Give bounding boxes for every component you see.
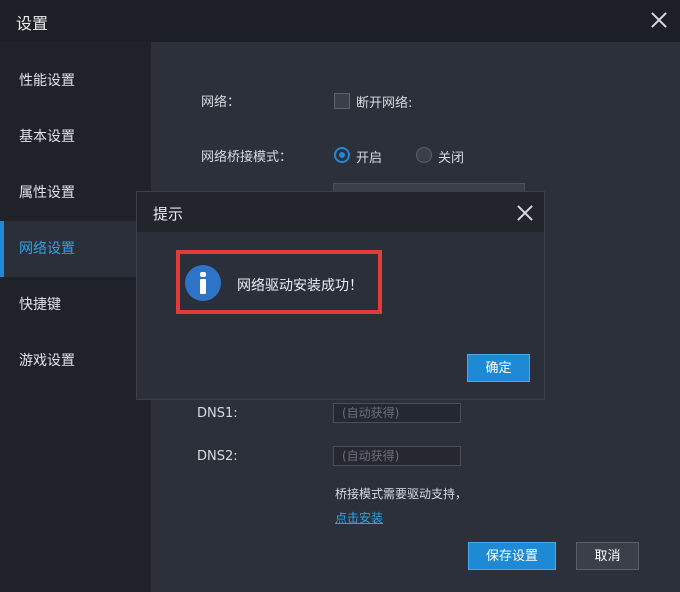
sidebar-item-properties[interactable]: 属性设置: [0, 165, 151, 221]
disconnect-checkbox[interactable]: [334, 93, 350, 109]
dialog-title: 提示: [153, 205, 184, 223]
dns1-label: DNS1:: [197, 406, 238, 421]
network-label: 网络：: [201, 95, 241, 110]
sidebar-item-shortcuts[interactable]: 快捷键: [0, 277, 151, 333]
dns1-input[interactable]: (自动获得): [333, 403, 461, 423]
dialog-ok-button[interactable]: 确定: [467, 354, 530, 382]
prompt-dialog: 提示 网络驱动安装成功！ 确定: [136, 191, 545, 400]
info-icon: [185, 265, 221, 301]
bridge-on-label: 开启: [356, 151, 383, 166]
sidebar-item-games[interactable]: 游戏设置: [0, 333, 151, 389]
sidebar: 性能设置 基本设置 属性设置 网络设置 快捷键 游戏设置: [0, 42, 151, 592]
bridge-driver-note: 桥接模式需要驱动支持，: [335, 487, 468, 501]
sidebar-item-basic[interactable]: 基本设置: [0, 109, 151, 165]
bridge-off-label: 关闭: [438, 151, 465, 166]
save-settings-button[interactable]: 保存设置: [468, 542, 556, 570]
dialog-close-icon[interactable]: [513, 201, 535, 223]
disconnect-label: 断开网络:: [356, 96, 413, 111]
install-driver-link[interactable]: 点击安装: [335, 509, 383, 526]
dialog-message: 网络驱动安装成功！: [237, 278, 363, 294]
dns2-input[interactable]: (自动获得): [333, 446, 461, 466]
settings-window: 设置 性能设置 基本设置 属性设置 网络设置 快捷键 游戏设置 网络： 断开网络…: [0, 0, 680, 592]
window-title: 设置: [16, 14, 49, 33]
sidebar-item-network[interactable]: 网络设置: [0, 221, 151, 277]
dialog-header: 提示: [137, 192, 544, 232]
dns2-label: DNS2:: [197, 449, 238, 464]
title-bar: 设置: [0, 0, 680, 42]
cancel-button[interactable]: 取消: [576, 542, 639, 570]
bridge-on-radio[interactable]: [334, 147, 350, 163]
bridge-off-radio[interactable]: [416, 147, 432, 163]
sidebar-item-performance[interactable]: 性能设置: [0, 53, 151, 109]
bridge-mode-label: 网络桥接模式：: [201, 150, 293, 165]
close-icon[interactable]: [647, 8, 671, 32]
